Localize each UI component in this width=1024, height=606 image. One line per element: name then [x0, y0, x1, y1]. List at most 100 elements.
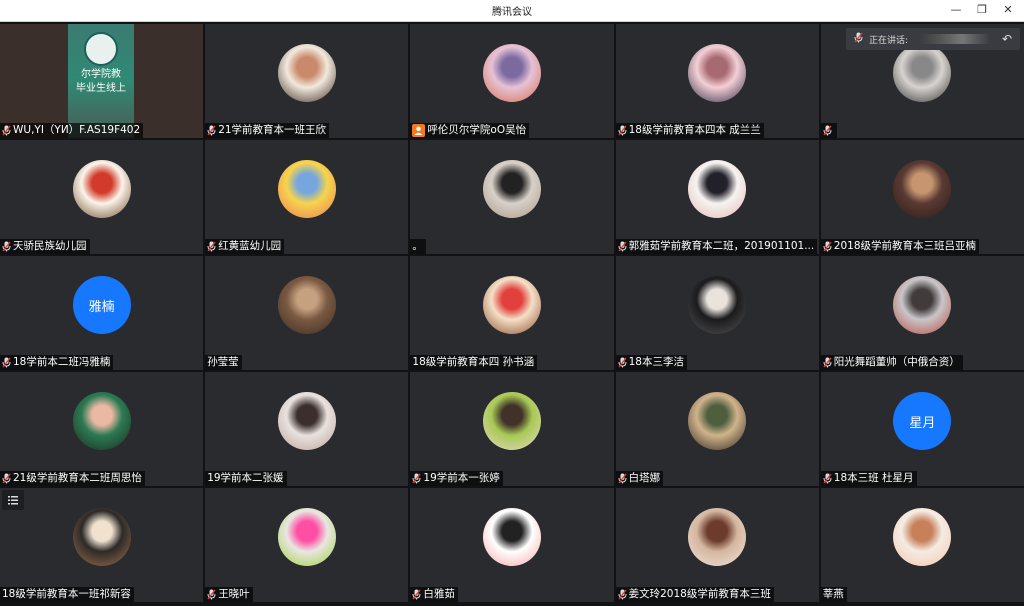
participant-name: 孙莹莹 — [207, 356, 239, 368]
participant-tile[interactable]: 2018级学前教育本三班吕亚楠 — [820, 140, 1024, 254]
participant-name-bar: 21级学前教育本二班周思怡 — [0, 471, 145, 486]
participant-tile[interactable]: 正在讲话: ↶ — [820, 24, 1024, 138]
participant-name: 18级学前教育本四 孙书涵 — [412, 356, 535, 368]
participant-tile[interactable]: 18级学前教育本一班祁新容 — [0, 488, 204, 602]
participant-avatar — [482, 276, 541, 334]
user-icon — [412, 124, 426, 137]
participant-tile[interactable]: 18本三李洁 — [615, 256, 819, 370]
participant-name: 白雅茹 — [423, 588, 455, 600]
participant-avatar — [277, 276, 336, 334]
participant-tile[interactable]: 尔学院教 毕业生线上 WU,YI（YИ）F.AS19F402 — [0, 24, 204, 138]
participant-avatar — [482, 44, 541, 102]
participant-avatar — [893, 44, 952, 102]
participant-tile[interactable]: 21级学前教育本二班周思怡 — [0, 372, 204, 486]
participant-avatar — [482, 508, 541, 566]
mic-muted-icon — [2, 125, 11, 136]
mic-muted-icon — [618, 241, 627, 252]
participant-name-bar: 18级学前教育本一班祁新容 — [0, 587, 134, 602]
participant-name-bar: 阳光舞蹈董帅（中俄合资） — [820, 355, 963, 370]
participant-tile[interactable]: 。 — [410, 140, 614, 254]
participant-name: 白塔娜 — [628, 472, 661, 484]
participant-tile[interactable]: 呼伦贝尔学院oO吴怡 — [410, 24, 614, 138]
minimize-icon[interactable]: — — [946, 2, 966, 18]
participant-name-bar: 18学前本二班冯雅楠 — [0, 355, 114, 370]
participant-avatar — [72, 160, 131, 218]
avatar-initials: 星月 — [909, 415, 936, 431]
participant-name: 21级学前教育本二班周思怡 — [13, 472, 142, 484]
participant-grid: 尔学院教 毕业生线上 WU,YI（YИ）F.AS19F402 21学前教育本一班王欣 呼… — [0, 24, 1024, 602]
participant-name-bar: 2018级学前教育本三班吕亚楠 — [820, 239, 980, 254]
participant-name: 2018级学前教育本三班吕亚楠 — [833, 240, 977, 252]
participant-avatar — [72, 392, 131, 450]
participant-name-bar: WU,YI（YИ）F.AS19F402 — [0, 123, 144, 138]
mic-muted-icon — [823, 241, 832, 252]
mic-muted-icon — [412, 589, 421, 600]
participant-tile[interactable]: 雅楠 18学前本二班冯雅楠 — [0, 256, 204, 370]
participant-avatar — [688, 160, 747, 218]
participant-name-bar: 红黄蓝幼儿园 — [205, 239, 285, 254]
participant-name-bar: 白雅茹 — [410, 587, 458, 602]
participant-avatar: 星月 — [893, 392, 952, 450]
participant-name-bar: 18本三李洁 — [615, 355, 687, 370]
reply-icon[interactable]: ↶ — [1002, 32, 1020, 46]
participant-avatar — [893, 160, 952, 218]
participant-tile[interactable]: 白塔娜 — [615, 372, 819, 486]
participant-name-bar: 郭雅茹学前教育本二班，201901101... — [615, 239, 817, 254]
participant-name: 郭雅茹学前教育本二班，201901101... — [628, 240, 815, 252]
list-icon[interactable] — [2, 490, 24, 510]
title-bar: 腾讯会议 — ❐ ✕ — [0, 0, 1024, 22]
participant-avatar — [277, 160, 336, 218]
participant-avatar — [482, 392, 541, 450]
participant-name: 天骄民族幼儿园 — [13, 240, 87, 252]
close-icon[interactable]: ✕ — [998, 2, 1018, 18]
participant-tile[interactable]: 孙莹莹 — [205, 256, 409, 370]
participant-name: 19学前本二张媛 — [207, 472, 284, 484]
participant-name-bar: 呼伦贝尔学院oO吴怡 — [410, 123, 530, 138]
mic-muted-icon — [823, 357, 832, 368]
participant-tile[interactable]: 姜文玲2018级学前教育本三班 — [615, 488, 819, 602]
participant-avatar — [482, 160, 541, 218]
participant-tile[interactable]: 18级学前教育本四本 成兰兰 — [615, 24, 819, 138]
participant-avatar — [277, 392, 336, 450]
mic-muted-icon — [2, 473, 11, 484]
participant-name-bar: 18本三班 杜星月 — [820, 471, 917, 486]
mic-muted-icon — [618, 589, 627, 600]
participant-avatar — [277, 508, 336, 566]
participant-tile[interactable]: 星月 18本三班 杜星月 — [820, 372, 1024, 486]
participant-name: 18学前本二班冯雅楠 — [13, 356, 111, 368]
participant-tile[interactable]: 阳光舞蹈董帅（中俄合资） — [820, 256, 1024, 370]
participant-name-bar: 莘燕 — [820, 587, 847, 602]
participant-tile[interactable]: 郭雅茹学前教育本二班，201901101... — [615, 140, 819, 254]
participant-name-bar — [820, 123, 837, 138]
mic-icon — [854, 32, 863, 46]
participant-name-bar: 。 — [410, 239, 426, 254]
restore-icon[interactable]: ❐ — [972, 2, 992, 18]
participant-tile[interactable]: 19学前本二张媛 — [205, 372, 409, 486]
participant-tile[interactable]: 21学前教育本一班王欣 — [205, 24, 409, 138]
participant-avatar — [688, 392, 747, 450]
participant-tile[interactable]: 红黄蓝幼儿园 — [205, 140, 409, 254]
video-sign-text: 尔学院教 毕业生线上 — [76, 69, 126, 94]
participant-tile[interactable]: 白雅茹 — [410, 488, 614, 602]
participant-name-bar: 王晓叶 — [205, 587, 253, 602]
mic-muted-icon — [412, 473, 421, 484]
participant-name: 阳光舞蹈董帅（中俄合资） — [833, 356, 960, 368]
participant-name-bar: 18级学前教育本四 孙书涵 — [410, 355, 538, 370]
mic-muted-icon — [207, 125, 216, 136]
participant-tile[interactable]: 王晓叶 — [205, 488, 409, 602]
participant-name: 21学前教育本一班王欣 — [218, 124, 327, 136]
speaking-label: 正在讲话: — [868, 35, 909, 46]
participant-avatar — [688, 44, 747, 102]
participant-avatar: 雅楠 — [72, 276, 131, 334]
mic-muted-icon — [823, 125, 832, 136]
participant-tile[interactable]: 天骄民族幼儿园 — [0, 140, 204, 254]
participant-tile[interactable]: 18级学前教育本四 孙书涵 — [410, 256, 614, 370]
participant-tile[interactable]: 莘燕 — [820, 488, 1024, 602]
participant-name: 姜文玲2018级学前教育本三班 — [628, 588, 771, 600]
participant-name-bar: 19学前本一张婷 — [410, 471, 503, 486]
participant-name-bar: 天骄民族幼儿园 — [0, 239, 90, 254]
participant-name: 王晓叶 — [218, 588, 250, 600]
speaking-indicator[interactable]: 正在讲话: ↶ — [845, 28, 1020, 50]
participant-tile[interactable]: 19学前本一张婷 — [410, 372, 614, 486]
mic-muted-icon — [618, 473, 627, 484]
